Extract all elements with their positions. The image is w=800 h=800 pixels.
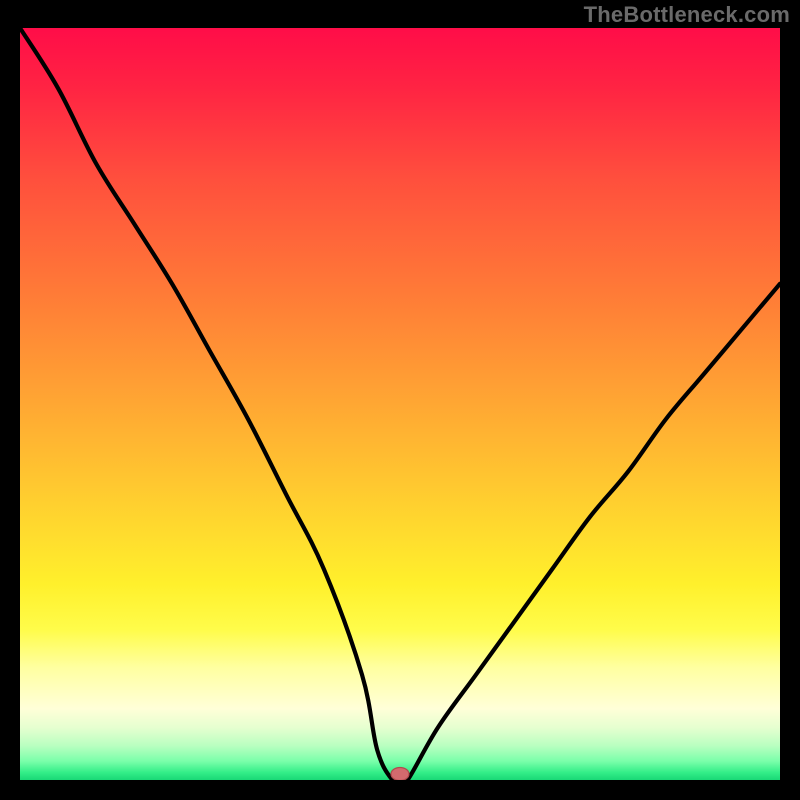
watermark-text: TheBottleneck.com bbox=[584, 2, 790, 28]
chart-frame: TheBottleneck.com bbox=[0, 0, 800, 800]
chart-plot-area bbox=[20, 28, 780, 780]
chart-svg bbox=[20, 28, 780, 780]
optimal-marker-icon bbox=[391, 768, 409, 781]
gradient-background bbox=[20, 28, 780, 780]
